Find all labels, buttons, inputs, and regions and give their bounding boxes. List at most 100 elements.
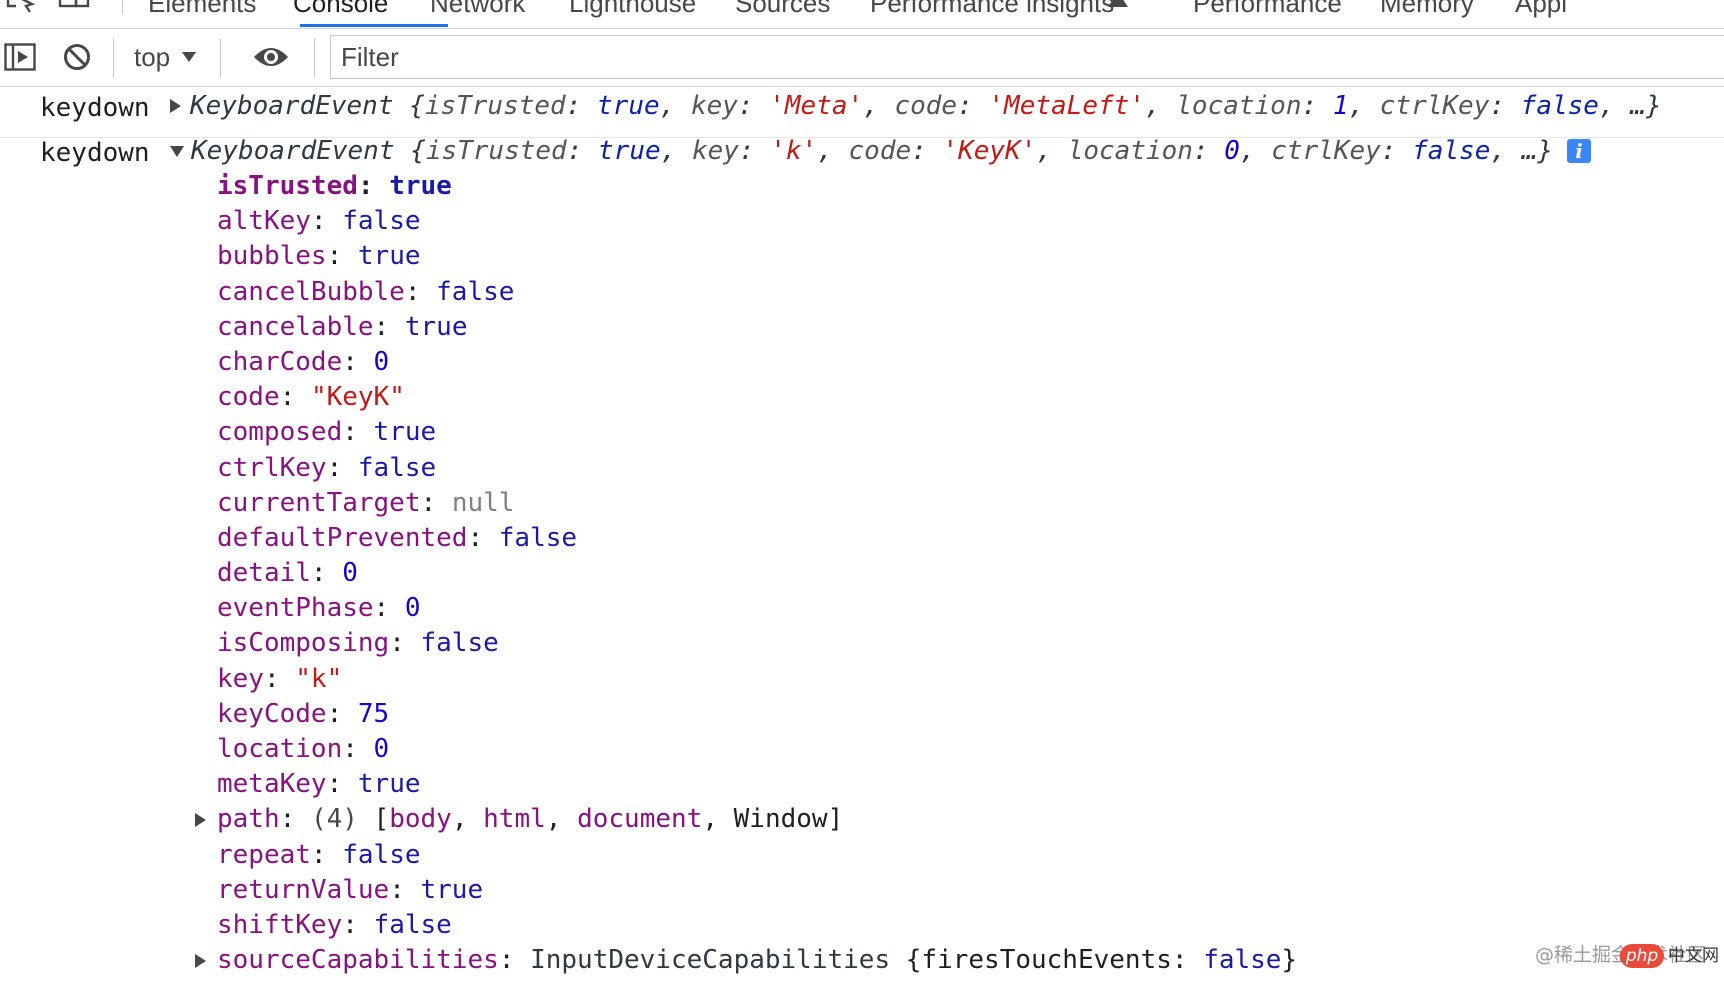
property-value: true [389, 171, 452, 201]
property-row[interactable]: bubbles: true [0, 239, 1724, 274]
object-summary[interactable]: KeyboardEvent {isTrusted: true, key: 'k'… [170, 136, 1591, 166]
property-colon: : [326, 698, 358, 729]
property-value: false [373, 909, 452, 940]
expand-triangle-icon[interactable] [170, 99, 181, 113]
clear-console-icon[interactable] [63, 43, 91, 71]
property-key: shiftKey [217, 909, 343, 940]
preview-value: false [1520, 91, 1599, 121]
property-colon: : [342, 909, 374, 940]
property-row[interactable]: isComposing: false [0, 626, 1724, 661]
property-row[interactable]: location: 0 [0, 732, 1724, 767]
property-row[interactable]: detail: 0 [0, 556, 1724, 591]
preview-value: 'KeyK' [942, 136, 1037, 166]
property-value: true [420, 874, 484, 905]
property-row[interactable]: defaultPrevented: false [0, 521, 1724, 556]
console-messages: keydown KeyboardEvent {isTrusted: true, … [0, 87, 1724, 988]
property-row[interactable]: composed: true [0, 415, 1724, 450]
object-preview: KeyboardEvent {isTrusted: true, key: 'k'… [191, 136, 1553, 166]
array-bracket: ] [827, 804, 844, 835]
property-row[interactable]: metaKey: true [0, 767, 1724, 802]
execution-context-select[interactable]: top [134, 37, 197, 77]
tab-lighthouse[interactable]: Lighthouse [569, 0, 696, 18]
property-row[interactable]: repeat: false [0, 838, 1724, 873]
property-key: ctrlKey [217, 452, 327, 483]
property-colon: : [467, 522, 499, 553]
preview-value: 'Meta' [769, 91, 864, 121]
property-colon: : [342, 734, 374, 764]
tab-performance-insights[interactable]: Performance insights [870, 0, 1114, 18]
property-value: 0 [342, 558, 358, 589]
property-value: false [436, 276, 515, 307]
property-colon: : [342, 346, 374, 377]
property-colon: : [279, 382, 311, 413]
chevron-down-icon [182, 52, 197, 62]
array-item: html [483, 804, 546, 835]
property-key: location [217, 734, 343, 764]
property-key: path [217, 804, 280, 835]
preview-key: location [1176, 91, 1302, 121]
property-row[interactable]: keyCode: 75 [0, 697, 1724, 732]
tab-sources[interactable]: Sources [735, 0, 830, 18]
php-logo-suffix: 中文网 [1668, 946, 1719, 966]
eye-icon[interactable] [253, 43, 289, 71]
expand-triangle-icon[interactable] [195, 954, 206, 969]
console-filter-input[interactable] [330, 35, 1724, 79]
array-bracket: [ [357, 804, 390, 835]
property-row[interactable]: ctrlKey: false [0, 451, 1724, 486]
property-colon: : [357, 171, 390, 201]
property-row-path[interactable]: path: (4) [body, html, document, Window] [0, 802, 1724, 837]
device-toolbar-icon[interactable] [58, 0, 92, 16]
property-row[interactable]: cancelBubble: false [0, 275, 1724, 310]
property-key: key [217, 663, 264, 694]
property-colon: : [498, 945, 531, 976]
property-colon: : [310, 558, 343, 589]
property-row[interactable]: cancelable: true [0, 310, 1724, 345]
property-row[interactable]: shiftKey: false [0, 908, 1724, 943]
property-colon: : [342, 417, 374, 448]
property-colon: : [1171, 945, 1204, 976]
property-row[interactable]: altKey: false [0, 204, 1724, 239]
property-colon: : [420, 487, 452, 518]
property-value: false [420, 628, 499, 659]
property-key: charCode [217, 346, 343, 377]
sidebar-toggle-icon[interactable] [4, 43, 36, 71]
preview-key: firesTouchEvents [921, 945, 1172, 976]
property-row[interactable]: isTrusted: true [0, 169, 1724, 204]
tab-network[interactable]: Network [430, 0, 525, 18]
preview-value: 0 [1224, 136, 1240, 166]
property-row-source-capabilities[interactable]: sourceCapabilities: InputDeviceCapabilit… [0, 943, 1724, 978]
property-row[interactable]: eventPhase: 0 [0, 591, 1724, 626]
info-icon[interactable]: i [1567, 139, 1591, 163]
array-comma: , [451, 804, 484, 835]
property-row[interactable]: charCode: 0 [0, 345, 1724, 380]
tab-console[interactable]: Console [293, 0, 388, 18]
property-row[interactable]: currentTarget: null [0, 486, 1724, 521]
preview-value: true [597, 91, 660, 121]
object-summary[interactable]: KeyboardEvent {isTrusted: true, key: 'Me… [170, 91, 1662, 121]
property-key: repeat [217, 839, 311, 870]
array-comma: , [545, 804, 578, 835]
php-logo-badge: php [1620, 944, 1664, 968]
property-key: code [217, 382, 280, 413]
property-key: altKey [217, 206, 311, 237]
preview-key: location [1067, 136, 1193, 166]
property-key: currentTarget [217, 487, 421, 518]
property-value: "k" [295, 663, 343, 694]
property-value: true [357, 769, 421, 800]
property-row[interactable]: returnValue: true [0, 873, 1724, 908]
tab-memory[interactable]: Memory [1380, 0, 1474, 18]
tab-application[interactable]: Appl [1515, 0, 1567, 18]
expand-triangle-icon[interactable] [195, 813, 206, 828]
property-value: false [498, 522, 578, 553]
collapse-triangle-icon[interactable] [170, 145, 184, 157]
property-colon: : [389, 874, 421, 905]
tab-performance[interactable]: Performance [1193, 0, 1342, 18]
execution-context-value: top [134, 41, 171, 72]
property-row[interactable]: key: "k" [0, 662, 1724, 697]
inspect-element-icon[interactable] [4, 0, 38, 16]
property-value: 0 [373, 346, 390, 377]
property-value: true [373, 417, 437, 448]
tab-elements[interactable]: Elements [148, 0, 256, 18]
property-row[interactable]: code: "KeyK" [0, 380, 1724, 415]
property-colon: : [263, 663, 296, 694]
